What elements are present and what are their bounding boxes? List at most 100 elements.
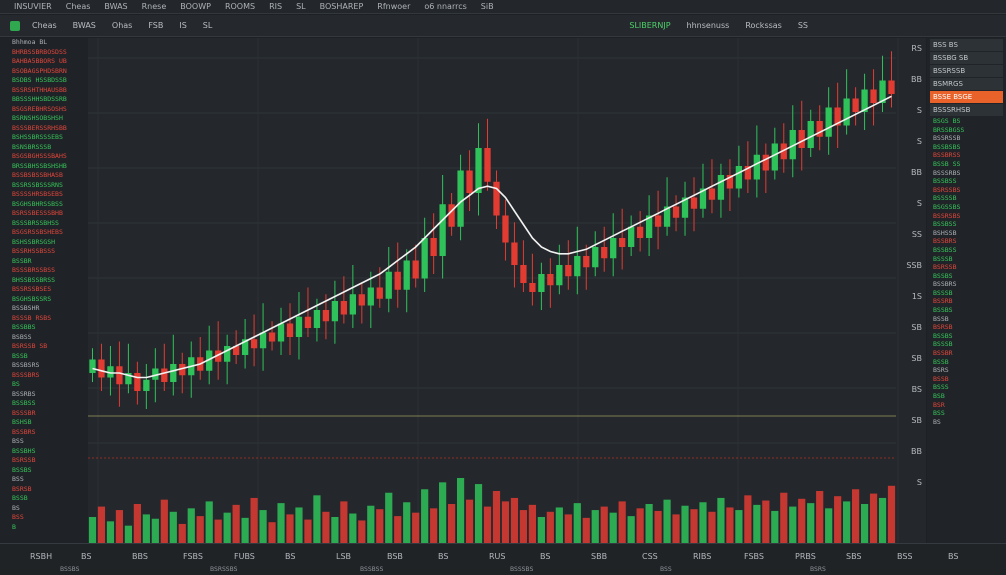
order-row[interactable]: BSSSSB	[927, 194, 1006, 203]
watchlist-row[interactable]: BSSRSHTHHAUSBB	[0, 86, 88, 96]
candle-body[interactable]	[708, 188, 716, 200]
watchlist-row[interactable]: BSSBSRS	[0, 361, 88, 371]
candle-body[interactable]	[268, 332, 276, 342]
order-row[interactable]: BSSS	[927, 383, 1006, 392]
order-row[interactable]: BS	[927, 418, 1006, 427]
candle-body[interactable]	[277, 323, 285, 342]
candle-body[interactable]	[412, 260, 419, 279]
order-row[interactable]: BSSBSS	[927, 246, 1006, 255]
candle-body[interactable]	[556, 265, 563, 286]
candle-body[interactable]	[511, 242, 518, 266]
watchlist-row[interactable]: BHSSBSSBRSS	[0, 276, 88, 286]
candlestick-chart[interactable]	[88, 38, 926, 543]
candle-body[interactable]	[376, 287, 383, 299]
watchlist-row[interactable]: BSHSB	[0, 418, 88, 428]
watchlist-row[interactable]: BSSBS	[0, 466, 88, 476]
candle-body[interactable]	[322, 310, 330, 322]
watchlist-row[interactable]: BRSSBHSSBSHSHB	[0, 162, 88, 172]
watchlist-row[interactable]: BSGSBGHSSSBAHS	[0, 152, 88, 162]
toolbar-button[interactable]: Cheas	[32, 21, 57, 30]
price-chart-area[interactable]	[88, 38, 926, 543]
topbar-item[interactable]: o6 nnarrcs	[424, 2, 466, 11]
toolbar-button[interactable]: IS	[179, 21, 186, 30]
candle-body[interactable]	[286, 323, 294, 338]
topbar-item[interactable]: ROOMS	[225, 2, 255, 11]
watchlist-row[interactable]: BSRNSHSOBSHSH	[0, 114, 88, 124]
candle-body[interactable]	[403, 260, 410, 290]
watchlist-row[interactable]: BSSRSSBSES	[0, 285, 88, 295]
watchlist-row[interactable]: BSDBS HSSBDSSB	[0, 76, 88, 86]
candle-body[interactable]	[430, 238, 437, 256]
candle-body[interactable]	[807, 121, 814, 148]
watchlist-row[interactable]: BSSSBRSSBSS	[0, 266, 88, 276]
watchlist-row[interactable]: BSSRHSSBSSS	[0, 247, 88, 257]
candle-body[interactable]	[143, 379, 150, 391]
watchlist-row[interactable]: BSSBSBSSBHASB	[0, 171, 88, 181]
topbar-item[interactable]: Cheas	[66, 2, 91, 11]
candle-body[interactable]	[547, 274, 554, 286]
candle-body[interactable]	[358, 294, 365, 306]
order-row[interactable]: BSSSB	[927, 255, 1006, 264]
order-row[interactable]: BSSB SS	[927, 160, 1006, 169]
candle-body[interactable]	[690, 197, 698, 209]
order-row[interactable]: BSSBR	[927, 349, 1006, 358]
order-row[interactable]: BRSSBGSS	[927, 126, 1006, 135]
order-row[interactable]: BSGS BS	[927, 117, 1006, 126]
order-row[interactable]: BSSBSBS	[927, 143, 1006, 152]
order-row[interactable]: BSSRB	[927, 297, 1006, 306]
order-row[interactable]: BSSB	[927, 315, 1006, 324]
candle-body[interactable]	[825, 107, 832, 137]
watchlist-row[interactable]: BSGHSBHRSSBSS	[0, 200, 88, 210]
order-row[interactable]: BSR	[927, 401, 1006, 410]
watchlist-row[interactable]: BSRSB	[0, 485, 88, 495]
panel-tab[interactable]: BSSE BSGE	[930, 91, 1003, 103]
candle-body[interactable]	[762, 154, 769, 171]
watchlist-row[interactable]: BSS	[0, 513, 88, 523]
watchlist-row[interactable]: BSBSS	[0, 333, 88, 343]
order-row[interactable]: BSB	[927, 392, 1006, 401]
candle-body[interactable]	[636, 226, 644, 238]
watchlist-row[interactable]: BSSBBS	[0, 323, 88, 333]
order-row[interactable]: BSSBRS	[927, 280, 1006, 289]
topbar-item[interactable]: SiB	[481, 2, 494, 11]
candle-body[interactable]	[134, 373, 141, 391]
watchlist-row[interactable]: BSSSBRSSBHSS	[0, 219, 88, 229]
panel-tab[interactable]: BSSRSSB	[930, 65, 1003, 77]
order-row[interactable]: BSSBSS	[927, 177, 1006, 186]
candle-body[interactable]	[816, 121, 823, 137]
watchlist-row[interactable]: BSSBSS	[0, 399, 88, 409]
watchlist-row[interactable]: BS	[0, 504, 88, 514]
order-row[interactable]: BSGSSBS	[927, 203, 1006, 212]
candle-body[interactable]	[224, 346, 231, 362]
candle-body[interactable]	[610, 238, 617, 259]
watchlist-row[interactable]: BSOBAGSPHDSBRN	[0, 67, 88, 77]
topbar-item[interactable]: SL	[296, 2, 306, 11]
candle-body[interactable]	[259, 332, 267, 349]
watchlist-row[interactable]: BSSSBR	[0, 409, 88, 419]
candle-body[interactable]	[843, 98, 850, 126]
watchlist-row[interactable]: BSSBRS	[0, 428, 88, 438]
candle-body[interactable]	[439, 204, 446, 256]
watchlist-row[interactable]: BSHSSBRSGSH	[0, 238, 88, 248]
candle-body[interactable]	[385, 271, 392, 299]
topbar-item[interactable]: BWAS	[104, 2, 127, 11]
watchlist-row[interactable]: BSHSSBRSSSEBS	[0, 133, 88, 143]
order-row[interactable]: BSSSRBS	[927, 169, 1006, 178]
watchlist-row[interactable]: BSSB	[0, 494, 88, 504]
watchlist-row[interactable]: BSNSBRSSSB	[0, 143, 88, 153]
topbar-item[interactable]: RIS	[269, 2, 282, 11]
watchlist-row[interactable]: BSGSRSSBSHEBS	[0, 228, 88, 238]
watchlist-row[interactable]: BSS	[0, 475, 88, 485]
candle-body[interactable]	[116, 366, 123, 385]
toolbar-button[interactable]: SL	[203, 21, 213, 30]
watchlist-row[interactable]: BSSSB RSBS	[0, 314, 88, 324]
candle-body[interactable]	[331, 301, 339, 322]
order-row[interactable]: BSSB	[927, 358, 1006, 367]
candle-body[interactable]	[493, 181, 500, 216]
candle-body[interactable]	[340, 301, 348, 315]
candle-body[interactable]	[654, 215, 662, 227]
order-row[interactable]: BSRSSBS	[927, 186, 1006, 195]
order-row[interactable]: BSSRSSB	[927, 134, 1006, 143]
order-row[interactable]: BSSBRS	[927, 237, 1006, 246]
order-row[interactable]: BSSBSS	[927, 220, 1006, 229]
